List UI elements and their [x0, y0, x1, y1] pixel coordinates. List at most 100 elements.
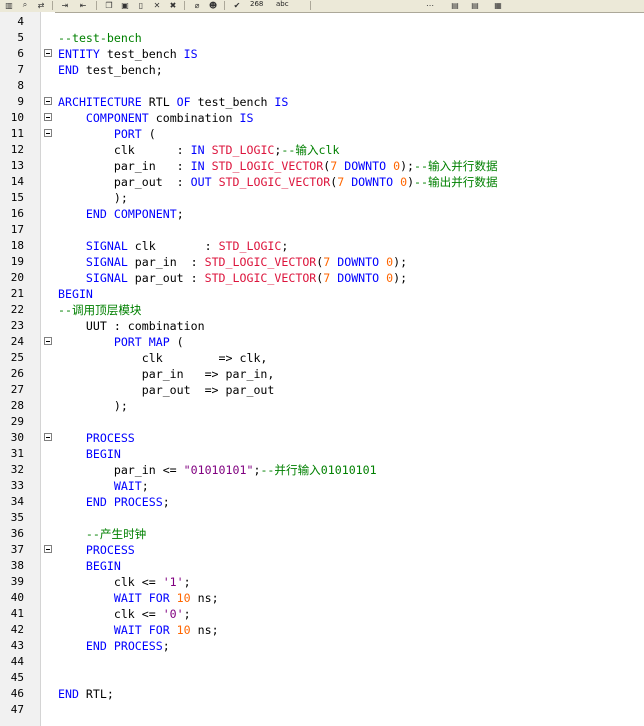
code-keyword: PROCESS — [113, 495, 163, 509]
replace-icon[interactable]: ⇄ — [34, 0, 48, 10]
code-token: par_in <= — [58, 463, 184, 477]
line-number: 6 — [17, 47, 24, 60]
fold-toggle-icon[interactable] — [44, 433, 52, 441]
code-line[interactable]: 5 --test-bench — [0, 30, 644, 46]
code-keyword: DOWNTO — [351, 175, 394, 189]
code-line[interactable]: 42 WAIT FOR 10 ns; — [0, 622, 644, 638]
fold-toggle-icon[interactable] — [44, 113, 52, 121]
close-file-icon[interactable]: ✕ — [150, 0, 164, 10]
code-line[interactable]: 10 COMPONENT combination IS — [0, 110, 644, 126]
columns-icon[interactable]: ▥ — [2, 0, 16, 10]
code-line[interactable]: 25 clk => clk, — [0, 350, 644, 366]
code-line[interactable]: 39 clk <= '1'; — [0, 574, 644, 590]
code-token: par_out : — [58, 175, 191, 189]
code-token: clk : — [127, 239, 219, 253]
window-icon[interactable]: ▦ — [490, 0, 506, 10]
code-line[interactable]: 28 ); — [0, 398, 644, 414]
code-line[interactable]: 18 SIGNAL clk : STD_LOGIC; — [0, 238, 644, 254]
code-line[interactable]: 45 — [0, 670, 644, 686]
field-label: abc — [276, 0, 289, 8]
code-line[interactable]: 13 par_in : IN STD_LOGIC_VECTOR(7 DOWNTO… — [0, 158, 644, 174]
code-line[interactable]: 6 ENTITY test_bench IS — [0, 46, 644, 62]
indent-icon[interactable]: ⇥ — [58, 0, 72, 10]
line-number: 25 — [10, 351, 24, 364]
code-line[interactable]: 8 — [0, 78, 644, 94]
paste-icon[interactable]: ▣ — [118, 0, 132, 10]
code-line[interactable]: 36 --产生时钟 — [0, 526, 644, 542]
code-line[interactable]: 41 clk <= '0'; — [0, 606, 644, 622]
code-line[interactable]: 30 PROCESS — [0, 430, 644, 446]
code-token: RTL — [141, 95, 177, 109]
code-line[interactable]: 11 PORT ( — [0, 126, 644, 142]
code-line[interactable]: 12 clk : IN STD_LOGIC;--输入clk — [0, 142, 644, 158]
fold-toggle-icon[interactable] — [44, 97, 52, 105]
code-text: clk => clk, — [58, 350, 268, 366]
code-line[interactable]: 37 PROCESS — [0, 542, 644, 558]
code-line[interactable]: 14 par_out : OUT STD_LOGIC_VECTOR(7 DOWN… — [0, 174, 644, 190]
code-line[interactable]: 4 — [0, 14, 644, 30]
code-token: ( — [169, 335, 184, 349]
code-line[interactable]: 19 SIGNAL par_in : STD_LOGIC_VECTOR(7 DO… — [0, 254, 644, 270]
code-line[interactable]: 22 --调用顶层模块 — [0, 302, 644, 318]
code-line[interactable]: 20 SIGNAL par_out : STD_LOGIC_VECTOR(7 D… — [0, 270, 644, 286]
dots-icon[interactable]: ⋯ — [420, 0, 440, 10]
code-text: BEGIN — [58, 286, 93, 302]
code-line[interactable]: 38 BEGIN — [0, 558, 644, 574]
window-icon[interactable]: ▤ — [468, 0, 482, 10]
code-line[interactable]: 27 par_out => par_out — [0, 382, 644, 398]
code-line[interactable]: 31 BEGIN — [0, 446, 644, 462]
find-icon[interactable]: ⌕ — [18, 0, 32, 10]
code-line[interactable]: 29 — [0, 414, 644, 430]
fold-toggle-icon[interactable] — [44, 545, 52, 553]
fold-toggle-icon[interactable] — [44, 337, 52, 345]
fold-toggle-icon[interactable] — [44, 49, 52, 57]
code-line[interactable]: 47 — [0, 702, 644, 718]
code-line[interactable]: 32 par_in <= "01010101";--并行输入01010101 — [0, 462, 644, 478]
code-line[interactable]: 23 UUT : combination — [0, 318, 644, 334]
code-line[interactable]: 46 END RTL; — [0, 686, 644, 702]
code-token: ); — [58, 191, 128, 205]
new-file-icon[interactable]: ▯ — [134, 0, 148, 10]
outdent-icon[interactable]: ⇤ — [76, 0, 90, 10]
code-line[interactable]: 43 END PROCESS; — [0, 638, 644, 654]
code-line[interactable]: 40 WAIT FOR 10 ns; — [0, 590, 644, 606]
code-line[interactable]: 33 WAIT; — [0, 478, 644, 494]
code-line[interactable]: 44 — [0, 654, 644, 670]
code-line[interactable]: 35 — [0, 510, 644, 526]
code-line[interactable]: 24 PORT MAP ( — [0, 334, 644, 350]
zoom-value[interactable]: 268 — [250, 0, 272, 9]
fold-toggle-icon[interactable] — [44, 129, 52, 137]
code-line[interactable]: 34 END PROCESS; — [0, 494, 644, 510]
code-line[interactable]: 17 — [0, 222, 644, 238]
line-number: 10 — [10, 111, 24, 124]
code-token: ; — [183, 607, 191, 621]
code-comment: --调用顶层模块 — [58, 303, 142, 317]
code-token: ); — [58, 399, 128, 413]
check-icon[interactable]: ✔ — [230, 0, 244, 10]
user-icon[interactable]: ☻ — [206, 0, 220, 10]
line-number: 13 — [10, 159, 24, 172]
attach-icon[interactable]: ⌀ — [190, 0, 204, 10]
code-text: SIGNAL par_out : STD_LOGIC_VECTOR(7 DOWN… — [58, 270, 407, 286]
code-text: END test_bench; — [58, 62, 163, 78]
delete-icon[interactable]: ✖ — [166, 0, 180, 10]
code-line[interactable]: 16 END COMPONENT; — [0, 206, 644, 222]
code-token: test_bench; — [78, 63, 163, 77]
code-token: ; — [141, 479, 149, 493]
copy-icon[interactable]: ❐ — [102, 0, 116, 10]
code-string: '0' — [162, 607, 184, 621]
code-line[interactable]: 21 BEGIN — [0, 286, 644, 302]
code-line[interactable]: 7 END test_bench; — [0, 62, 644, 78]
code-keyword: DOWNTO — [344, 159, 387, 173]
code-line[interactable]: 26 par_in => par_in, — [0, 366, 644, 382]
line-number: 44 — [10, 655, 24, 668]
code-line[interactable]: 9 ARCHITECTURE RTL OF test_bench IS — [0, 94, 644, 110]
code-line[interactable]: 15 ); — [0, 190, 644, 206]
code-keyword: SIGNAL — [85, 271, 128, 285]
window-icon[interactable]: ▤ — [448, 0, 462, 10]
